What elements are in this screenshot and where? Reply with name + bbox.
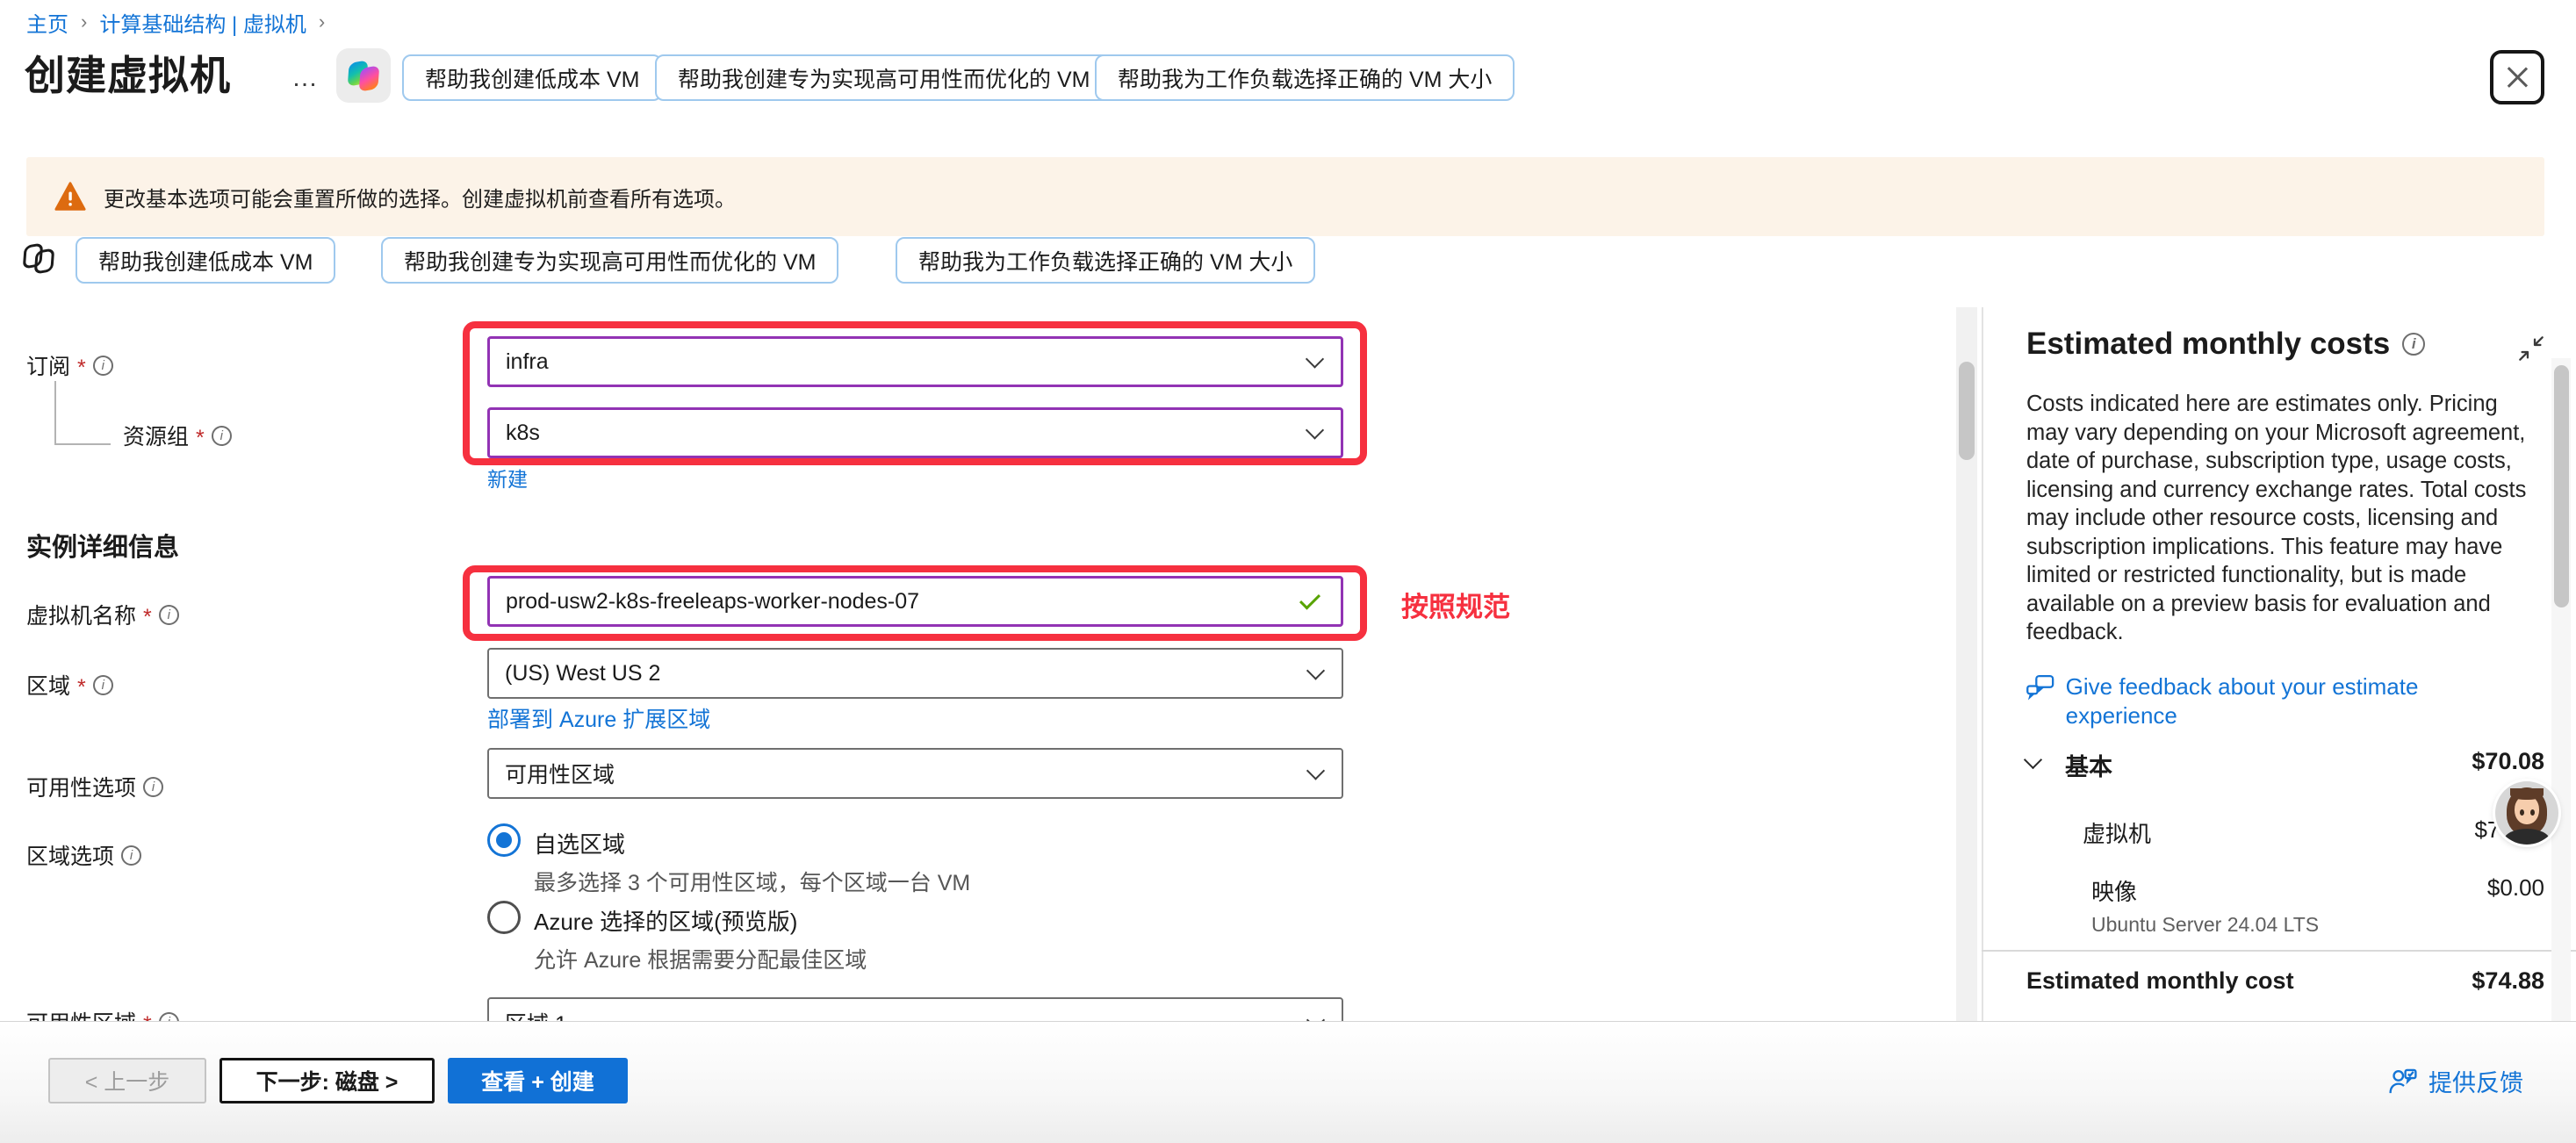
region-dropdown[interactable]: (US) West US 2: [487, 648, 1343, 699]
warning-icon: [54, 182, 86, 212]
radio-description: 最多选择 3 个可用性区域，每个区域一台 VM: [534, 866, 970, 897]
subscription-dropdown[interactable]: infra: [487, 336, 1343, 387]
review-create-button[interactable]: 查看 + 创建: [448, 1058, 628, 1103]
cost-panel-description: Costs indicated here are estimates only.…: [2026, 390, 2529, 647]
assistant-avatar[interactable]: [2495, 781, 2558, 845]
breadcrumb-chevron-icon: ›: [319, 11, 325, 33]
copilot-suggestion-low-cost-button[interactable]: 帮助我创建低成本 VM: [402, 54, 662, 101]
required-marker: *: [196, 426, 205, 451]
radio-self-selected-zones[interactable]: [487, 823, 521, 857]
copilot-suggestion-high-availability-button[interactable]: 帮助我创建专为实现高可用性而优化的 VM: [655, 54, 1112, 101]
cost-group-amount: $70.08: [2404, 748, 2544, 775]
radio-label[interactable]: 自选区域: [534, 827, 625, 859]
next-step-disks-button[interactable]: 下一步: 磁盘 >: [219, 1058, 435, 1103]
chevron-down-icon: [1306, 349, 1324, 368]
chevron-down-icon: [1306, 661, 1325, 679]
info-icon[interactable]: [212, 426, 232, 446]
info-icon[interactable]: [93, 356, 113, 376]
warning-banner: 更改基本选项可能会重置所做的选择。创建虚拟机前查看所有选项。: [26, 157, 2544, 236]
breadcrumb-home-link[interactable]: 主页: [26, 7, 68, 38]
cost-panel-title: Estimated monthly costs: [2026, 327, 2425, 362]
required-marker: *: [77, 356, 86, 381]
resource-group-dropdown[interactable]: k8s: [487, 407, 1343, 458]
info-icon[interactable]: [93, 675, 113, 695]
divider: [54, 443, 111, 445]
panel-divider: [1982, 307, 1983, 1025]
vm-name-input[interactable]: prod-usw2-k8s-freeleaps-worker-nodes-07: [487, 576, 1343, 627]
required-marker: *: [77, 675, 86, 701]
estimate-feedback-link[interactable]: Give feedback about your estimate experi…: [2026, 672, 2518, 730]
chevron-down-icon: [1306, 761, 1325, 780]
region-label: 区域 *: [26, 669, 113, 701]
valid-checkmark-icon: [1299, 589, 1320, 610]
info-icon[interactable]: [2402, 333, 2425, 356]
cost-item-name: 虚拟机: [2083, 816, 2151, 849]
info-icon[interactable]: [143, 777, 163, 797]
divider: [1982, 950, 2576, 952]
feedback-bubbles-icon: [2026, 672, 2055, 704]
panel-scrollbar-thumb[interactable]: [2554, 365, 2569, 607]
radio-description: 允许 Azure 根据需要分配最佳区域: [534, 943, 867, 974]
collapse-panel-icon[interactable]: [2518, 335, 2544, 362]
previous-step-button[interactable]: < 上一步: [48, 1058, 206, 1103]
copilot-suggestion-high-availability-button[interactable]: 帮助我创建专为实现高可用性而优化的 VM: [381, 237, 838, 284]
copilot-outline-icon: [23, 242, 58, 277]
total-cost-label: Estimated monthly cost: [2026, 967, 2294, 995]
radio-azure-selected-zones[interactable]: [487, 901, 521, 934]
close-icon: [2504, 64, 2530, 90]
resource-group-label: 资源组 *: [123, 420, 232, 451]
vm-name-label: 虚拟机名称 *: [26, 599, 179, 630]
expand-group-chevron-icon[interactable]: [2024, 751, 2042, 769]
cost-group-name[interactable]: 基本: [2065, 748, 2112, 782]
warning-text: 更改基本选项可能会重置所做的选择。创建虚拟机前查看所有选项。: [104, 182, 736, 212]
close-button[interactable]: [2490, 50, 2544, 104]
copilot-suggestion-vm-size-button[interactable]: 帮助我为工作负载选择正确的 VM 大小: [1095, 54, 1515, 101]
breadcrumb: 主页 › 计算基础结构 | 虚拟机 ›: [26, 7, 325, 38]
subscription-label: 订阅 *: [26, 349, 113, 381]
copilot-suggestion-vm-size-button[interactable]: 帮助我为工作负载选择正确的 VM 大小: [896, 237, 1315, 284]
cost-item-subtitle: Ubuntu Server 24.04 LTS: [2091, 913, 2319, 937]
zone-options-label: 区域选项: [26, 839, 141, 871]
divider: [54, 381, 56, 445]
person-feedback-icon: [2388, 1068, 2418, 1096]
availability-options-dropdown[interactable]: 可用性区域: [487, 748, 1343, 799]
instance-details-heading: 实例详细信息: [26, 527, 179, 564]
breadcrumb-section-link[interactable]: 计算基础结构 | 虚拟机: [99, 7, 306, 38]
give-feedback-link[interactable]: 提供反馈: [2388, 1064, 2523, 1098]
copilot-suggestion-low-cost-button[interactable]: 帮助我创建低成本 VM: [76, 237, 335, 284]
cost-item-amount: $0.00: [2404, 874, 2544, 902]
chevron-down-icon: [1306, 421, 1324, 439]
create-new-resource-group-link[interactable]: 新建: [487, 463, 528, 492]
info-icon[interactable]: [121, 845, 141, 866]
required-marker: *: [143, 605, 152, 630]
radio-label[interactable]: Azure 选择的区域(预览版): [534, 904, 797, 937]
page-title: 创建虚拟机: [25, 44, 231, 102]
main-scrollbar-thumb[interactable]: [1959, 362, 1975, 460]
annotation-note: 按照规范: [1401, 585, 1510, 624]
breadcrumb-chevron-icon: ›: [81, 11, 87, 33]
total-cost-amount: $74.88: [2404, 967, 2544, 995]
more-actions-button[interactable]: …: [291, 63, 321, 93]
info-icon[interactable]: [159, 605, 179, 625]
bottom-action-bar: < 上一步 下一步: 磁盘 > 查看 + 创建 提供反馈: [0, 1021, 2576, 1143]
availability-options-label: 可用性选项: [26, 771, 163, 802]
extended-zone-link[interactable]: 部署到 Azure 扩展区域: [487, 702, 710, 734]
copilot-icon[interactable]: [336, 48, 391, 103]
cost-item-name: 映像: [2091, 874, 2137, 907]
